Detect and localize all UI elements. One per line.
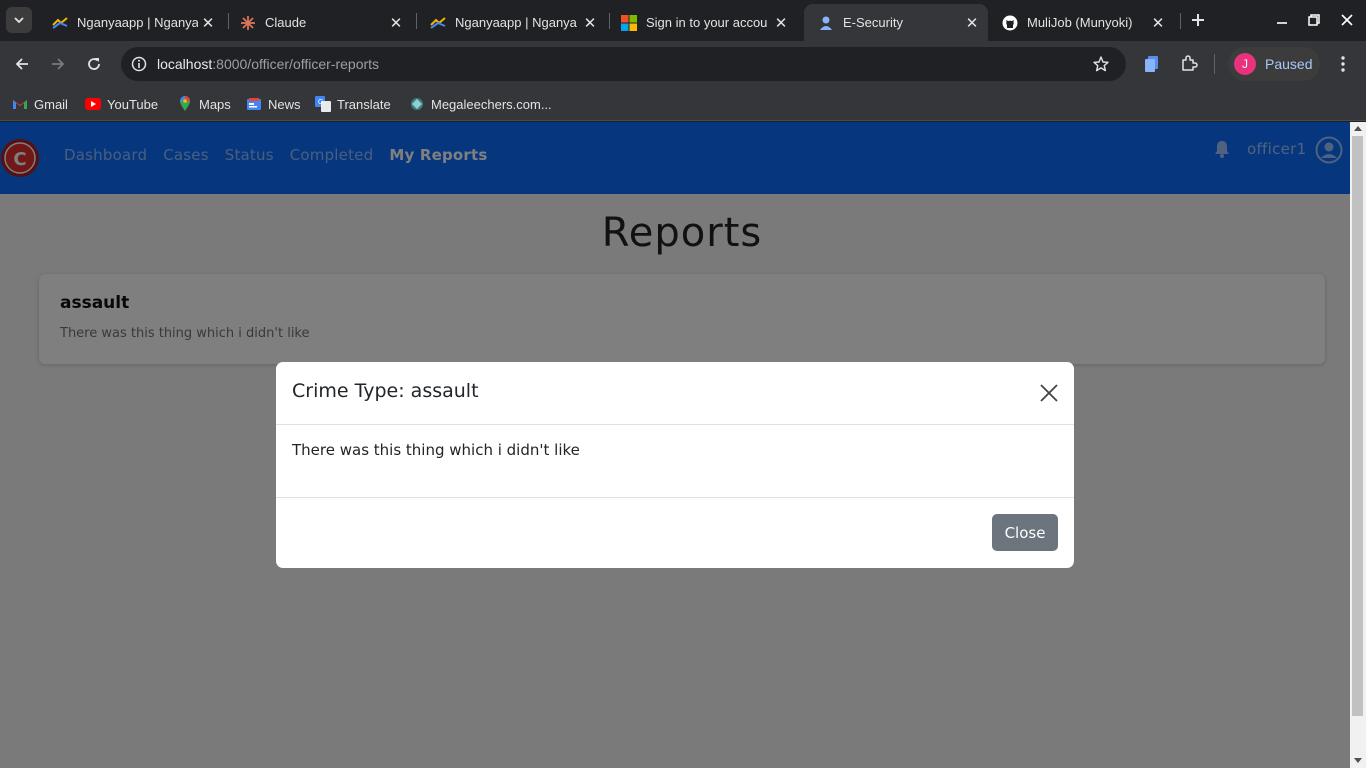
minimize-window-button[interactable] bbox=[1270, 8, 1294, 32]
page-viewport: C Dashboard Cases Status Completed My Re… bbox=[0, 122, 1350, 768]
bookmark-youtube[interactable]: YouTube bbox=[85, 92, 158, 116]
browser-tab-e-security[interactable]: E-Security ✕ bbox=[804, 4, 988, 41]
modal-close-icon[interactable] bbox=[1038, 382, 1060, 404]
restore-window-button[interactable] bbox=[1302, 8, 1326, 32]
bookmark-news[interactable]: News bbox=[246, 92, 301, 116]
scroll-up-arrow-icon[interactable] bbox=[1354, 126, 1362, 131]
reload-icon bbox=[88, 58, 100, 70]
close-tab-icon[interactable]: ✕ bbox=[386, 13, 406, 33]
browser-tab-nganyaapp-1[interactable]: Nganyaapp | Nganya ✕ bbox=[38, 4, 224, 41]
toolbar-divider bbox=[1214, 54, 1215, 74]
profile-button[interactable]: J Paused bbox=[1228, 47, 1320, 81]
bookmark-megaleechers[interactable]: Megaleechers.com... bbox=[409, 92, 552, 116]
scrollbar-thumb[interactable] bbox=[1352, 136, 1363, 716]
github-favicon-icon bbox=[1002, 15, 1018, 31]
site-info-icon[interactable] bbox=[129, 54, 149, 74]
profile-avatar: J bbox=[1234, 53, 1256, 75]
chevron-down-icon bbox=[14, 17, 24, 24]
claude-favicon-icon bbox=[240, 15, 256, 31]
browser-tab-claude[interactable]: Claude ✕ bbox=[226, 4, 412, 41]
bookmark-maps[interactable]: Maps bbox=[177, 92, 231, 116]
url-host: localhost bbox=[157, 56, 213, 72]
arrow-left-icon bbox=[15, 58, 28, 70]
arrow-right-icon bbox=[52, 58, 65, 70]
bookmarks-bar: Gmail YouTube Maps News G Translate Mega… bbox=[0, 87, 1366, 121]
youtube-icon bbox=[85, 96, 101, 112]
svg-text:G: G bbox=[318, 99, 323, 106]
modal-header: Crime Type: assault bbox=[276, 362, 1074, 425]
tab-title: Nganyaapp | Nganya bbox=[455, 15, 577, 30]
browser-tab-nganyaapp-2[interactable]: Nganyaapp | Nganya ✕ bbox=[416, 4, 606, 41]
modal-body-text: There was this thing which i didn't like bbox=[292, 441, 580, 459]
plus-icon bbox=[1192, 14, 1204, 26]
tab-search-button[interactable] bbox=[6, 7, 32, 33]
browser-tab-microsoft-signin[interactable]: Sign in to your accou ✕ bbox=[607, 4, 797, 41]
close-tab-icon[interactable]: ✕ bbox=[198, 13, 218, 33]
close-tab-icon[interactable]: ✕ bbox=[962, 13, 982, 33]
profile-status: Paused bbox=[1265, 56, 1313, 72]
url-path: :8000/officer/officer-reports bbox=[212, 56, 380, 72]
url-text[interactable]: localhost:8000/officer/officer-reports bbox=[157, 56, 379, 72]
bookmark-gmail[interactable]: Gmail bbox=[12, 92, 68, 116]
tab-separator bbox=[1180, 13, 1181, 29]
browser-tab-github[interactable]: MuliJob (Munyoki) ✕ bbox=[988, 4, 1174, 41]
tab-title: Sign in to your accou bbox=[646, 15, 768, 30]
close-icon bbox=[1341, 14, 1353, 26]
nganyaapp-favicon-icon bbox=[52, 15, 68, 31]
tab-title: Nganyaapp | Nganya bbox=[77, 15, 198, 30]
browser-toolbar: localhost:8000/officer/officer-reports J… bbox=[0, 41, 1366, 87]
news-icon bbox=[246, 96, 262, 112]
close-tab-icon[interactable]: ✕ bbox=[580, 13, 600, 33]
nganyaapp-favicon-icon bbox=[430, 15, 446, 31]
bookmark-label: Translate bbox=[337, 96, 391, 112]
microsoft-favicon-icon bbox=[621, 14, 637, 31]
bookmark-label: YouTube bbox=[107, 96, 159, 112]
report-detail-modal: Crime Type: assault There was this thing… bbox=[276, 362, 1074, 568]
browser-tab-strip: Nganyaapp | Nganya ✕ Claude ✕ Nganyaapp … bbox=[0, 0, 1366, 41]
gmail-icon bbox=[12, 96, 28, 112]
bookmark-star-icon[interactable] bbox=[1091, 54, 1111, 74]
e-security-favicon-icon bbox=[818, 15, 834, 31]
maps-icon bbox=[177, 96, 193, 112]
new-tab-button[interactable] bbox=[1186, 8, 1210, 32]
extension-docs-icon[interactable] bbox=[1140, 52, 1164, 76]
page-scrollbar[interactable] bbox=[1350, 122, 1366, 768]
back-button[interactable] bbox=[10, 52, 34, 76]
reload-button[interactable] bbox=[82, 52, 106, 76]
close-tab-icon[interactable]: ✕ bbox=[1148, 13, 1168, 33]
translate-icon: G bbox=[315, 96, 331, 112]
megaleechers-icon bbox=[409, 96, 425, 112]
close-button[interactable]: Close bbox=[992, 514, 1058, 551]
modal-title: Crime Type: assault bbox=[292, 380, 479, 402]
extensions-puzzle-icon[interactable] bbox=[1177, 52, 1201, 76]
modal-footer: Close bbox=[276, 498, 1074, 568]
bookmark-label: News bbox=[268, 96, 301, 112]
browser-menu-button[interactable] bbox=[1332, 52, 1354, 76]
modal-body: There was this thing which i didn't like bbox=[276, 425, 1074, 498]
tab-title: MuliJob (Munyoki) bbox=[1027, 15, 1133, 30]
bookmark-label: Maps bbox=[199, 96, 231, 112]
restore-icon bbox=[1308, 14, 1320, 26]
address-bar[interactable]: localhost:8000/officer/officer-reports bbox=[121, 47, 1126, 81]
more-vert-icon bbox=[1341, 56, 1345, 72]
bookmark-label: Megaleechers.com... bbox=[431, 96, 552, 112]
close-window-button[interactable] bbox=[1335, 8, 1359, 32]
bookmark-label: Gmail bbox=[34, 96, 68, 112]
tab-title: Claude bbox=[265, 15, 307, 30]
close-tab-icon[interactable]: ✕ bbox=[771, 13, 791, 33]
forward-button[interactable] bbox=[46, 52, 70, 76]
scroll-down-arrow-icon[interactable] bbox=[1354, 758, 1362, 763]
bookmark-translate[interactable]: G Translate bbox=[315, 92, 391, 116]
tab-title: E-Security bbox=[843, 15, 903, 30]
minimize-icon bbox=[1277, 22, 1287, 24]
